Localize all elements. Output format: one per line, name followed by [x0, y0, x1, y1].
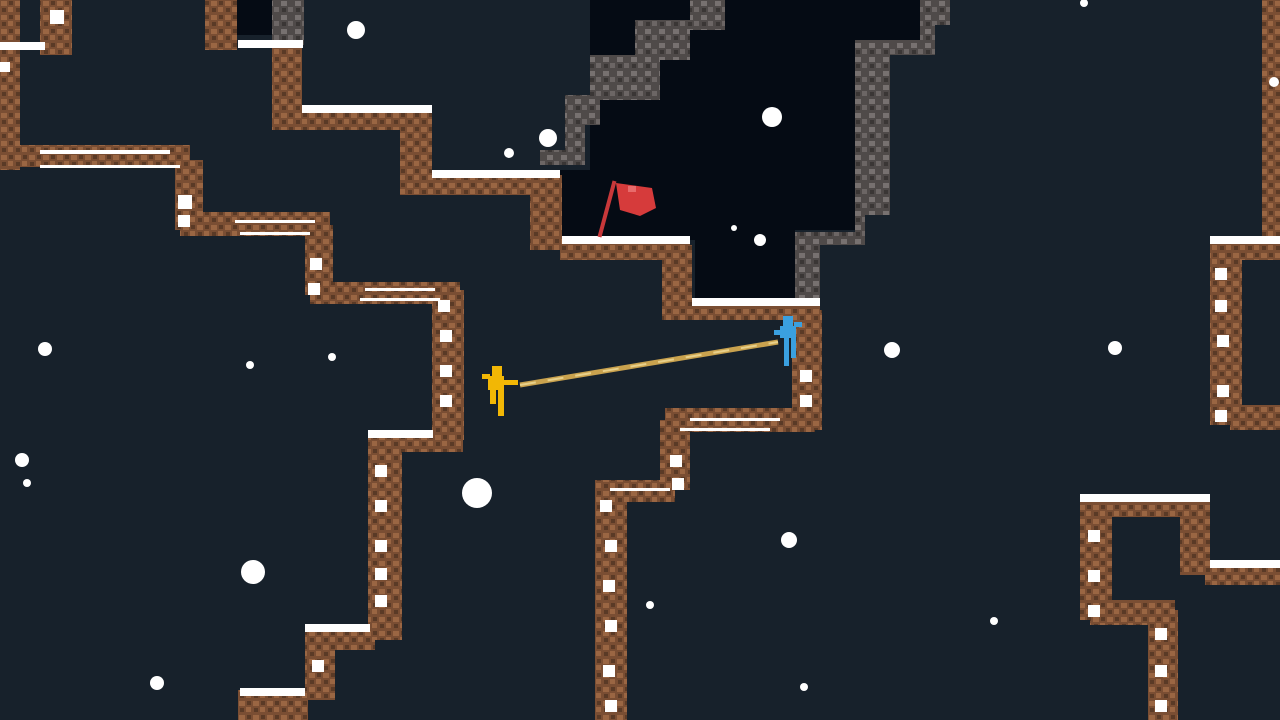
game-scene: [0, 0, 1280, 720]
